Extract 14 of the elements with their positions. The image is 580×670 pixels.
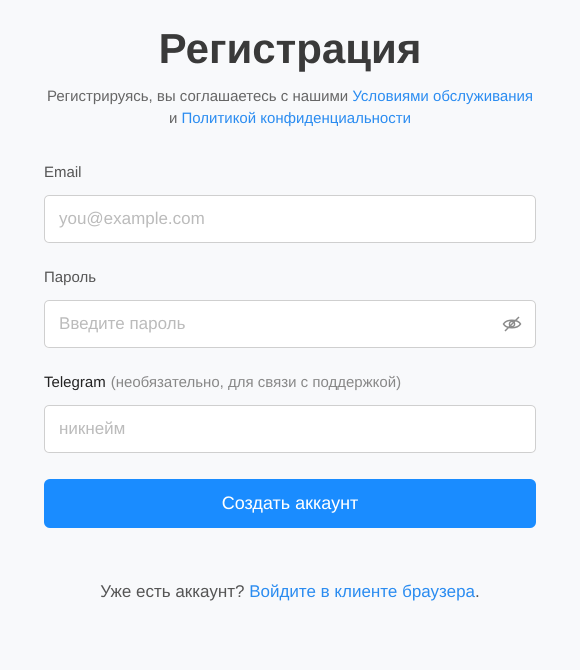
terms-link[interactable]: Политикой конфиденциальности [182, 110, 412, 127]
field-label: Пароль [44, 269, 96, 286]
login-prompt: Уже есть аккаунт? Войдите в клиенте браузера. [99, 582, 481, 602]
input-field[interactable]: никнейм [44, 405, 536, 453]
terms-text: Регистрируясь, вы соглашаетесь с нашими Условиями обслуживания и Политикой конфиденциальности [46, 87, 534, 129]
page-title: Регистрация [158, 24, 422, 74]
input-field[interactable]: you@example.com [44, 195, 536, 243]
login-link[interactable]: Войдите в клиенте браузера [249, 582, 476, 601]
field-label: Telegram (необязательно, для связи с поддержкой) [44, 374, 402, 391]
field-label: Email [44, 164, 82, 181]
input-field[interactable]: Введите пароль [44, 300, 536, 348]
create-account-button[interactable]: Создать аккаунт [44, 479, 536, 528]
terms-link[interactable]: Условиями обслуживания [352, 88, 534, 105]
eye-slash-icon[interactable] [502, 316, 522, 332]
